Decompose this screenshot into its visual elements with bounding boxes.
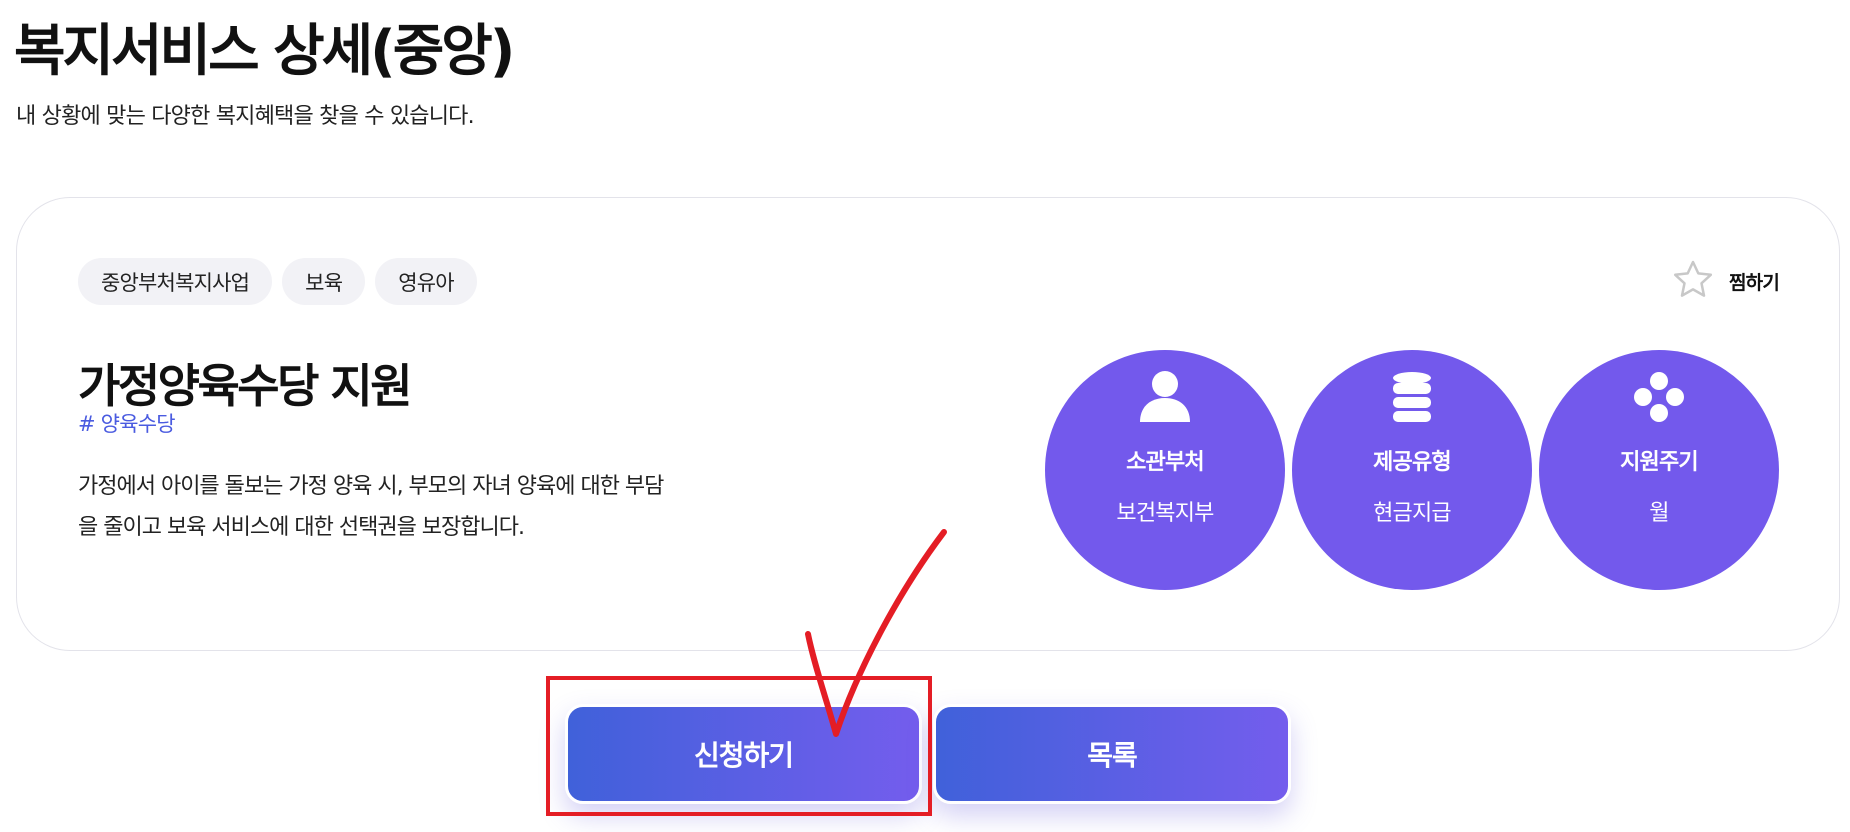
info-title: 제공유형 [1373,450,1452,475]
tag-infant: 영유아 [375,258,477,305]
annotation-highlight-box [546,676,932,816]
info-provision-type: 제공유형 현금지급 [1292,350,1532,590]
tag-list: 중앙부처복지사업 보육 영유아 [78,258,477,305]
service-name: 가정양육수당 지원 [78,359,413,413]
person-icon [1136,350,1194,430]
info-title: 소관부처 [1126,450,1205,475]
tag-childcare: 보육 [282,258,366,305]
page-title: 복지서비스 상세(중앙) [14,19,515,84]
list-button[interactable]: 목록 [933,704,1291,804]
service-hashtag: # 양육수당 [78,412,176,436]
info-value: 현금지급 [1373,501,1452,526]
info-circles: 소관부처 보건복지부 제공유형 현금지급 지원주기 월 [1045,350,1779,590]
info-cycle: 지원주기 월 [1539,350,1779,590]
service-description: 가정에서 아이를 돌보는 가정 양육 시, 부모의 자녀 양육에 대한 부담을 … [78,474,664,540]
cycle-dots-icon [1630,350,1688,430]
page-subtitle: 내 상황에 맞는 다양한 복지혜택을 찾을 수 있습니다. [16,104,475,129]
info-department: 소관부처 보건복지부 [1045,350,1285,590]
tag-category: 중앙부처복지사업 [78,258,273,305]
info-value: 보건복지부 [1116,501,1214,526]
coin-stack-icon [1383,350,1441,430]
favorite-label: 찜하기 [1728,272,1780,294]
info-value: 월 [1649,501,1669,526]
favorite-button[interactable]: 찜하기 [1671,258,1780,306]
service-detail-card: 중앙부처복지사업 보육 영유아 찜하기 가정양육수당 지원 # 양육수당 가정에… [16,197,1840,651]
info-title: 지원주기 [1620,450,1699,475]
star-icon [1671,258,1715,306]
